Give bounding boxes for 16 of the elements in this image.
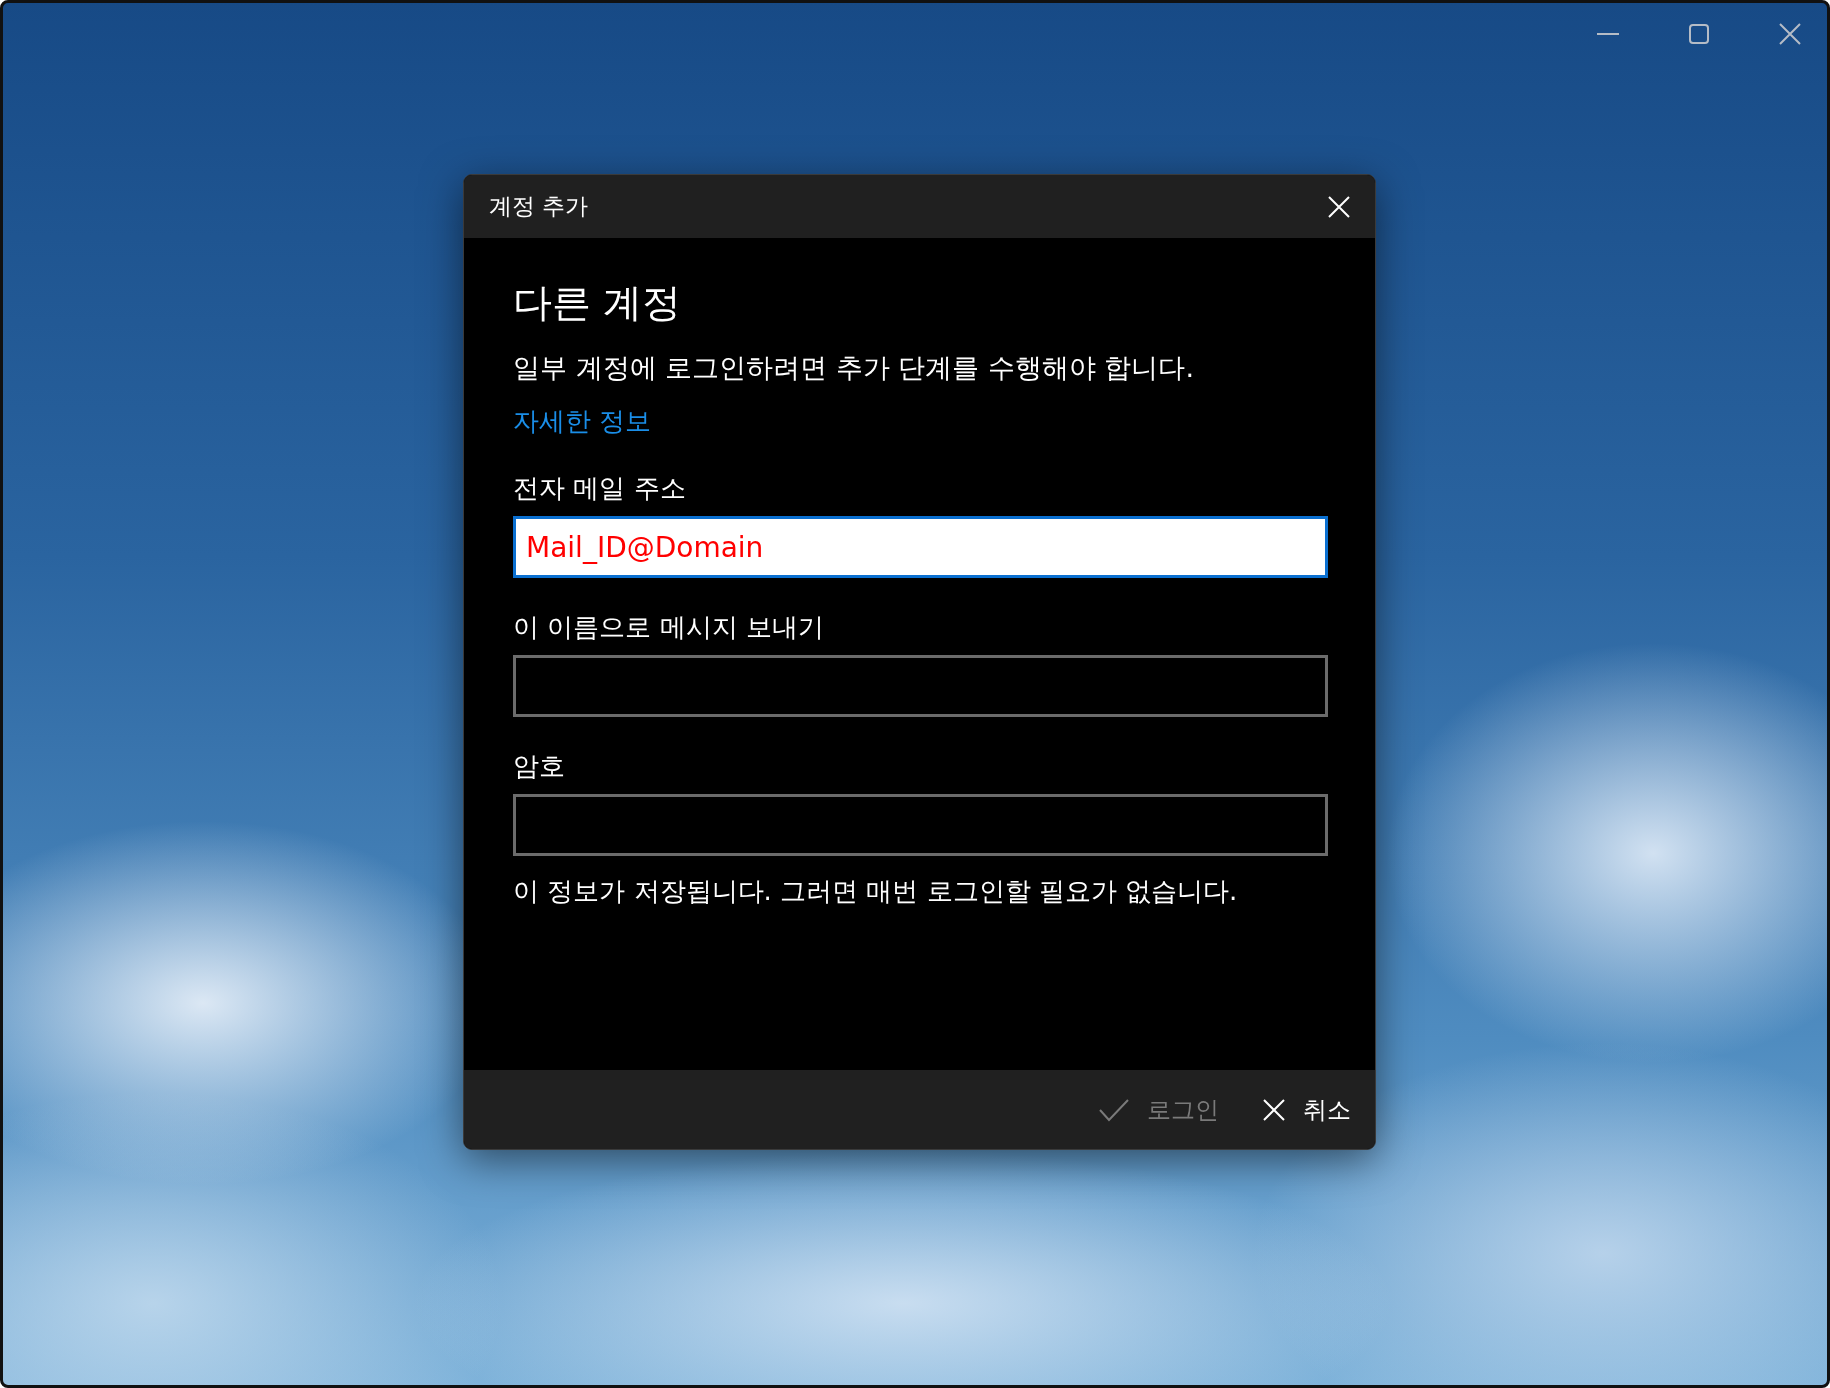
input-field[interactable]: [513, 655, 1328, 717]
description-text: 일부 계정에 로그인하려면 추가 단계를 수행해야 합니다.: [513, 351, 1196, 385]
input-field[interactable]: [513, 794, 1328, 856]
close-icon: [1263, 1098, 1285, 1121]
dialog-title: 계정 추가: [489, 192, 589, 221]
input-field[interactable]: Mail_ID@Domain: [513, 516, 1328, 578]
cancel-button[interactable]: 취소: [1263, 1093, 1351, 1126]
note-text: 이 정보가 저장됩니다. 그러면 매번 로그인할 필요가 없습니다.: [513, 875, 1239, 908]
more-info-link[interactable]: 자세한 정보: [513, 404, 652, 439]
field-label: 이 이름으로 메시지 보내기: [513, 611, 825, 644]
field-label: 전자 메일 주소: [513, 472, 687, 505]
maximize-icon[interactable]: [1689, 24, 1709, 44]
field-label: 암호: [513, 750, 566, 783]
dialog-heading: 다른 계정: [513, 279, 683, 327]
checkmark-icon: [1099, 1097, 1129, 1122]
minimize-icon[interactable]: [1597, 32, 1619, 36]
